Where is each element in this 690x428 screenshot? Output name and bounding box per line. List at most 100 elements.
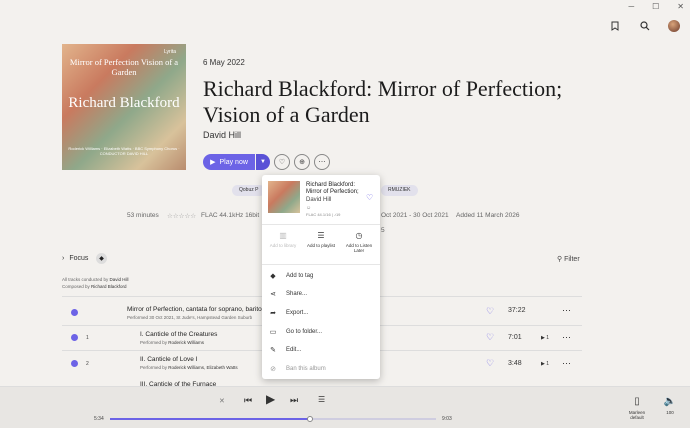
clock-icon: ◷ [355,231,363,240]
seek-bar[interactable] [110,416,436,422]
play-next-icon[interactable]: ▶ 1 [541,335,549,341]
minimize-icon[interactable]: ─ [628,2,634,11]
share-icon: ⋖ [270,291,276,298]
menu-album-artist: David Hill [306,197,332,203]
play-pause-icon[interactable]: ▶ [266,392,275,406]
focus-toggle[interactable]: › Focus [62,255,88,262]
volume-button[interactable]: 🔈 100 [660,396,680,415]
add-to-library-action[interactable]: ▥ Add to library [265,231,301,248]
player-bar: ✕ ⏮ ▶ ⏭ ☰ 5:34 9:03 ▯ Marleen default 🔈 … [0,386,690,428]
cover-composer: Richard Blackford [68,95,180,111]
track-more-button[interactable]: ⋯ [562,305,572,316]
top-toolbar [608,19,680,33]
play-icon: ▶ [210,159,216,166]
heart-icon[interactable]: ♡ [486,332,494,343]
search-icon[interactable] [638,19,652,33]
conductor-link[interactable]: David Hill [110,277,129,282]
tag-icon[interactable]: ◆ [96,253,107,264]
tag-icon: ◆ [270,273,276,280]
album-format: FLAC 44.1kHz 16bit [201,212,260,219]
search-icon: ⚲ [557,256,563,263]
track-more-button[interactable]: ⋯ [562,358,572,369]
close-icon[interactable]: ✕ [677,2,684,11]
heart-icon[interactable]: ♡ [366,193,373,202]
speaker-device-icon: ▯ [634,396,640,407]
maximize-icon[interactable]: ☐ [652,2,659,11]
chevron-right-icon: › [62,255,65,262]
library-icon: ▥ [279,231,287,240]
filter-label: Filter [564,256,580,263]
ban-icon: ⊘ [270,366,276,373]
album-duration: 53 minutes [127,212,159,219]
menu-item-edit[interactable]: ✎ Edit... [269,346,301,354]
focus-label: Focus [69,255,89,262]
menu-album-cover [268,181,300,213]
cover-publisher: Lyrita [163,49,176,55]
next-icon[interactable]: ⏭ [290,395,298,406]
menu-item-ban-album[interactable]: ⊘ Ban this album [269,365,326,373]
folder-icon: ▭ [269,329,277,336]
track-sub: Performed by Roderick Williams [140,340,205,345]
menu-item-share[interactable]: ⋖ Share... [269,290,307,298]
release-date: 6 May 2022 [203,58,245,67]
album-credits: All tracks conducted by David Hill Compo… [62,277,129,291]
quality-icon: ☺ [306,205,312,211]
heart-icon[interactable]: ♡ [486,358,494,369]
add-to-queue-button[interactable]: ⊕ [294,154,310,170]
credit-label: Composed by [62,283,90,289]
track-more-button[interactable]: ⋯ [562,332,572,343]
filter-button[interactable]: ⚲ Filter [557,255,580,263]
volume-icon: 🔈 [663,396,677,407]
album-artist[interactable]: David Hill [203,130,241,140]
add-to-playlist-action[interactable]: ☰ Add to playlist [303,231,339,248]
play-options-dropdown[interactable]: ▼ [256,154,270,170]
menu-album-format: FLAC 44.1/16 | ♪19 [306,212,341,217]
play-track-icon[interactable] [71,309,78,316]
favorite-button[interactable]: ♡ [274,154,290,170]
track-name: Mirror of Perfection, cantata for sopran… [127,306,269,313]
divider [262,264,380,265]
playlist-add-icon: ☰ [317,231,325,240]
play-track-icon[interactable] [71,334,78,341]
genre-tag[interactable]: Qobuz P [232,185,266,196]
menu-item-export[interactable]: ➦ Export... [269,309,308,317]
track-sub: Performed by Roderick Williams, Elizabet… [140,365,238,370]
rating-stars[interactable]: ☆☆☆☆☆ [167,212,196,220]
play-next-icon[interactable]: ▶ 1 [541,361,549,367]
volume-level: 100 [666,410,674,415]
bookmark-icon[interactable] [608,19,622,33]
album-context-menu: Richard Blackford: Mirror of Perfection;… [262,175,380,379]
heart-icon: ♡ [278,159,286,166]
add-to-listen-later-action[interactable]: ◷ Add to Listen Later [341,231,377,253]
total-time: 9:03 [442,416,452,422]
cover-subtitle: Mirror of Perfection Vision of a Garden [69,57,179,77]
chevron-down-icon: ▼ [260,159,266,165]
play-track-icon[interactable] [71,360,78,367]
avatar[interactable] [668,20,680,32]
window-controls: ─ ☐ ✕ [0,0,690,12]
more-options-button[interactable]: ⋯ [314,154,330,170]
album-title: Richard Blackford: Mirror of Perfection;… [203,76,563,127]
credit-label: All tracks conducted by [62,277,109,282]
shuffle-icon[interactable]: ✕ [219,397,225,405]
ellipsis-icon: ⋯ [318,159,326,166]
menu-item-add-to-tag[interactable]: ◆ Add to tag [269,272,313,280]
seek-handle[interactable] [307,416,314,422]
queue-icon[interactable]: ☰ [318,395,325,404]
recorded-dash: 5 [381,227,385,234]
previous-icon[interactable]: ⏮ [244,395,252,406]
menu-item-go-to-folder[interactable]: ▭ Go to folder... [269,328,322,336]
track-duration: 37:22 [508,307,526,314]
output-device-button[interactable]: ▯ Marleen default [622,396,652,421]
track-number: 2 [86,361,89,367]
heart-icon[interactable]: ♡ [486,306,494,317]
genre-tag[interactable]: RMUZIEK [381,185,418,196]
track-number: 1 [86,335,89,341]
recorded-dates: Oct 2021 - 30 Oct 2021 [381,212,449,219]
play-now-button[interactable]: ▶ Play now [203,154,255,170]
added-date: Added 11 March 2026 [456,212,520,219]
composer-link[interactable]: Richard Blackford [91,284,127,289]
play-now-label: Play now [219,158,248,166]
seek-progress [110,418,311,420]
output-device-label: Marleen default [628,410,646,421]
